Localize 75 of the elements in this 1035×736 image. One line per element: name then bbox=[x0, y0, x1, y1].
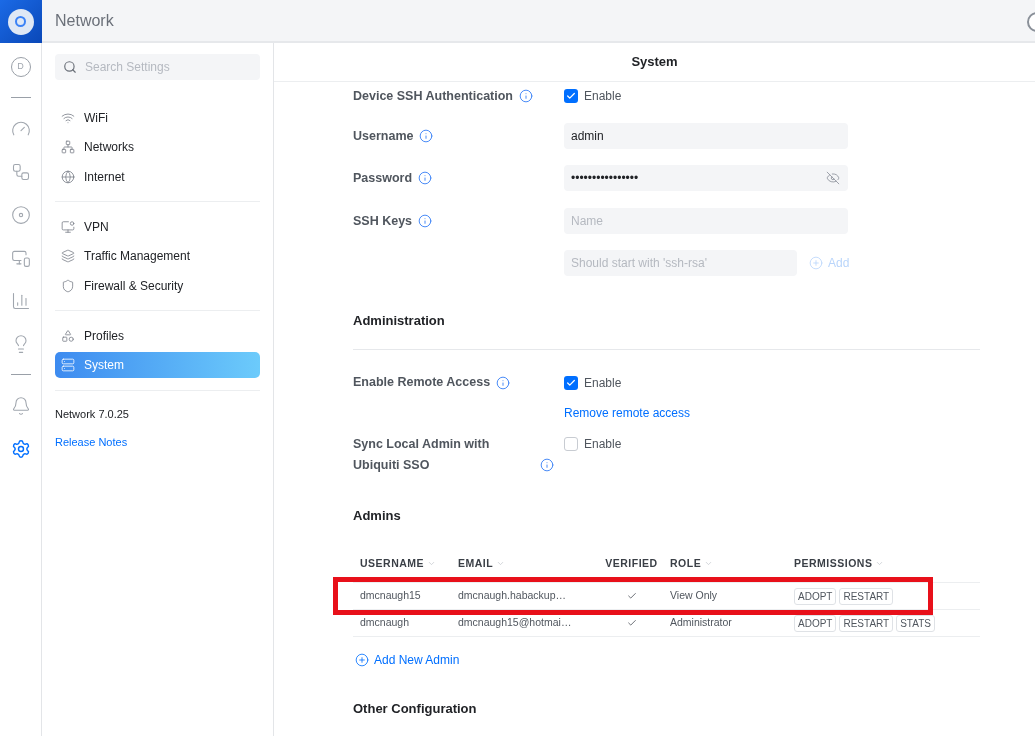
version-text: Network 7.0.25 bbox=[55, 406, 130, 422]
page-title: System bbox=[274, 43, 1035, 82]
public-key-field[interactable]: Should start with 'ssh-rsa' bbox=[564, 250, 797, 276]
sidebar-item[interactable]: Profiles bbox=[55, 322, 260, 349]
info-icon[interactable] bbox=[540, 457, 554, 472]
monitor-icon bbox=[61, 219, 75, 234]
column-header[interactable]: USERNAME bbox=[360, 555, 458, 572]
info-icon[interactable] bbox=[419, 129, 434, 143]
layers-icon bbox=[61, 249, 75, 263]
permission-tag: ADOPT bbox=[794, 587, 837, 605]
checkbox-label: Enable bbox=[584, 374, 622, 392]
username-field[interactable]: admin bbox=[564, 123, 848, 149]
add-admin-button[interactable]: Add New Admin bbox=[355, 651, 460, 669]
sidebar-item[interactable]: Internet bbox=[55, 163, 260, 190]
globe-icon bbox=[61, 169, 75, 184]
app-title: Network bbox=[55, 10, 114, 31]
check-icon bbox=[566, 377, 576, 388]
permission-tag: RESTART bbox=[839, 587, 894, 605]
field-label: Device SSH Authentication bbox=[353, 87, 513, 105]
field-label: Enable Remote Access bbox=[353, 374, 491, 391]
hidden-eye-icon[interactable] bbox=[826, 171, 840, 185]
permission-tag: STATS bbox=[896, 614, 935, 632]
server-icon bbox=[61, 358, 75, 372]
field-label: Sync Local Admin with Ubiquiti SSO bbox=[353, 435, 491, 474]
disc-icon[interactable] bbox=[10, 204, 31, 225]
shield-icon bbox=[61, 278, 75, 293]
info-icon[interactable] bbox=[418, 214, 433, 228]
table-cell-text: dmcnaugh15@hotmai… bbox=[458, 615, 573, 631]
table-cell-text: dmcnaugh bbox=[360, 615, 411, 631]
column-header[interactable]: EMAIL bbox=[458, 555, 593, 572]
app-logo-tile[interactable] bbox=[0, 0, 42, 43]
remove-remote-access-link[interactable]: Remove remote access bbox=[564, 405, 691, 420]
table-cell-text: dmcnaugh15 bbox=[360, 588, 422, 604]
column-header[interactable]: PERMISSIONS bbox=[794, 555, 973, 572]
search-icon bbox=[63, 60, 77, 74]
column-header[interactable]: ROLE bbox=[670, 555, 794, 572]
settings-icon[interactable] bbox=[10, 438, 31, 459]
topology-icon[interactable] bbox=[10, 161, 31, 182]
info-icon[interactable] bbox=[496, 375, 511, 390]
field-label: Password bbox=[353, 169, 413, 187]
column-header[interactable]: VERIFIED bbox=[593, 555, 670, 572]
field-label: SSH Keys bbox=[353, 212, 413, 230]
wifi-icon bbox=[61, 110, 75, 125]
checkbox[interactable] bbox=[564, 375, 578, 390]
section-heading: Other Configuration bbox=[353, 700, 478, 718]
release-notes-link[interactable]: Release Notes bbox=[55, 434, 260, 451]
shapes-icon bbox=[61, 328, 75, 343]
sidebar-item[interactable]: Traffic Management bbox=[55, 243, 260, 269]
info-icon[interactable] bbox=[418, 171, 433, 185]
sidebar-item[interactable]: Networks bbox=[55, 134, 260, 160]
network-tree-icon bbox=[61, 140, 75, 154]
key-name-field[interactable]: Name bbox=[564, 208, 848, 234]
info-icon[interactable] bbox=[519, 89, 533, 103]
checkbox-label: Enable bbox=[584, 88, 622, 105]
bell-icon[interactable] bbox=[10, 395, 31, 416]
section-heading: Administration bbox=[353, 312, 446, 330]
table-cell-text: View Only bbox=[670, 588, 719, 604]
sidebar-item[interactable]: WiFi bbox=[55, 104, 260, 131]
sidebar-item[interactable]: VPN bbox=[55, 213, 260, 240]
plus-icon bbox=[809, 256, 823, 270]
bar-chart-icon[interactable] bbox=[10, 290, 31, 311]
permission-tag: RESTART bbox=[839, 614, 894, 632]
checkbox[interactable] bbox=[564, 89, 578, 103]
checkbox[interactable] bbox=[564, 437, 578, 451]
password-field[interactable]: •••••••••••••••• bbox=[564, 165, 848, 191]
field-label: Username bbox=[353, 127, 414, 145]
search-field[interactable]: Search Settings bbox=[55, 54, 260, 80]
table-cell-text: dmcnaugh.habackup… bbox=[458, 588, 567, 604]
permission-tag: ADOPT bbox=[794, 614, 837, 632]
checkbox-label: Enable bbox=[584, 436, 622, 453]
section-heading: Admins bbox=[353, 506, 402, 525]
sidebar-item[interactable]: Firewall & Security bbox=[55, 272, 260, 299]
check-icon bbox=[566, 91, 576, 101]
plus-icon bbox=[355, 653, 369, 667]
table-cell-text: Administrator bbox=[670, 615, 733, 631]
